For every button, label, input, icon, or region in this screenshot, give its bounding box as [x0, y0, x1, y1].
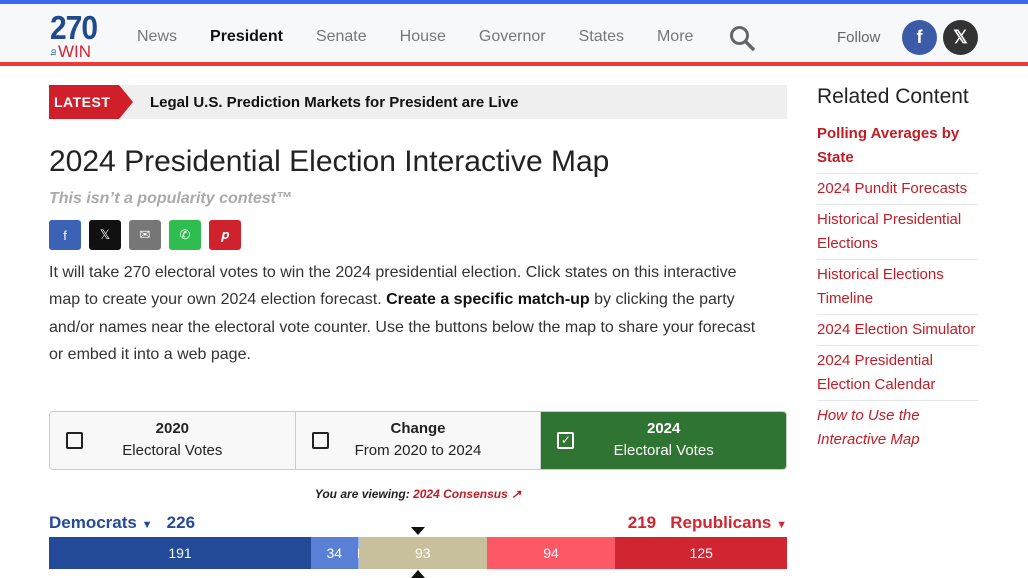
map-mode-tabs: 2020 Electoral Votes Change From 2020 to 2…	[49, 411, 787, 470]
link-pundit-forecasts[interactable]: 2024 Pundit Forecasts	[817, 174, 978, 205]
link-election-calendar[interactable]: 2024 Presidential Election Calendar	[817, 346, 978, 401]
viewing-label: You are viewing: 2024 Consensus ↗	[314, 487, 522, 501]
logo[interactable]: 270 toWIN	[49, 10, 102, 60]
tab-change-2020-2024[interactable]: Change From 2020 to 2024	[295, 412, 542, 469]
share-x-icon[interactable]: 𝕏	[89, 220, 121, 250]
bar-segment: 94	[486, 537, 616, 569]
search-icon[interactable]	[729, 25, 755, 51]
democrats-counter[interactable]: Democrats ▼ 226	[49, 513, 195, 533]
related-content: Related Content Polling Averages by Stat…	[817, 85, 978, 455]
x-icon[interactable]: 𝕏	[943, 20, 978, 55]
nav-news[interactable]: News	[137, 28, 177, 46]
share-facebook-icon[interactable]: f	[49, 220, 81, 250]
intro-paragraph: It will take 270 electoral votes to win …	[49, 264, 756, 363]
facebook-icon[interactable]: f	[902, 20, 937, 55]
tagline: This isn’t a popularity contest™	[49, 190, 292, 207]
bar-segment: 125	[615, 537, 787, 569]
270-marker-top	[411, 527, 425, 535]
nav-president[interactable]: President	[210, 28, 283, 46]
rep-total: 219	[627, 513, 657, 532]
link-election-simulator[interactable]: 2024 Election Simulator	[817, 315, 978, 346]
tab-2020-electoral-votes[interactable]: 2020 Electoral Votes	[50, 412, 296, 469]
logo-number: 270	[50, 10, 98, 47]
checkbox[interactable]	[311, 432, 329, 449]
latest-tag: LATEST	[49, 85, 133, 119]
share-whatsapp-icon[interactable]: ✆	[169, 220, 201, 250]
sidebar-title: Related Content	[817, 85, 969, 108]
republicans-counter[interactable]: 219 Republicans ▼	[628, 513, 787, 533]
link-polling-averages[interactable]: Polling Averages by State	[817, 119, 978, 174]
follow-label: Follow	[837, 29, 881, 46]
share-email-icon[interactable]: ✉	[129, 220, 161, 250]
bar-segment: 93	[358, 537, 487, 569]
270-marker-bottom	[411, 570, 425, 578]
bar-segment: 34	[311, 537, 358, 569]
nav-states[interactable]: States	[579, 28, 624, 46]
link-historical-presidential[interactable]: Historical Presidential Elections	[817, 205, 978, 260]
link-how-to-use[interactable]: How to Use the Interactive Map	[817, 401, 978, 455]
dem-total: 226	[166, 513, 196, 532]
nav-house[interactable]: House	[400, 28, 446, 46]
latest-headline[interactable]: Legal U.S. Prediction Markets for Presid…	[150, 94, 518, 111]
nav-bar: 270 toWIN News President Senate House Go…	[0, 4, 1028, 66]
share-pinterest-icon[interactable]: 𝒑	[209, 220, 241, 250]
checkbox-checked[interactable]: ✓	[557, 432, 575, 449]
electoral-vote-bar: 1913419394125	[49, 537, 787, 569]
checkbox[interactable]	[66, 432, 83, 449]
nav-more[interactable]: More	[657, 28, 693, 46]
tab-2024-electoral-votes[interactable]: ✓ 2024 Electoral Votes	[541, 412, 786, 469]
link-historical-timeline[interactable]: Historical Elections Timeline	[817, 260, 978, 315]
nav-governor[interactable]: Governor	[479, 28, 546, 46]
external-link-icon[interactable]: ↗	[511, 487, 521, 501]
nav-senate[interactable]: Senate	[316, 28, 367, 46]
latest-banner[interactable]: LATEST Legal U.S. Prediction Markets for…	[49, 85, 787, 119]
bar-segment: 191	[49, 537, 311, 569]
logo-to: to	[49, 49, 58, 56]
consensus-link[interactable]: 2024 Consensus	[413, 487, 508, 501]
page-title: 2024 Presidential Election Interactive M…	[49, 145, 610, 178]
